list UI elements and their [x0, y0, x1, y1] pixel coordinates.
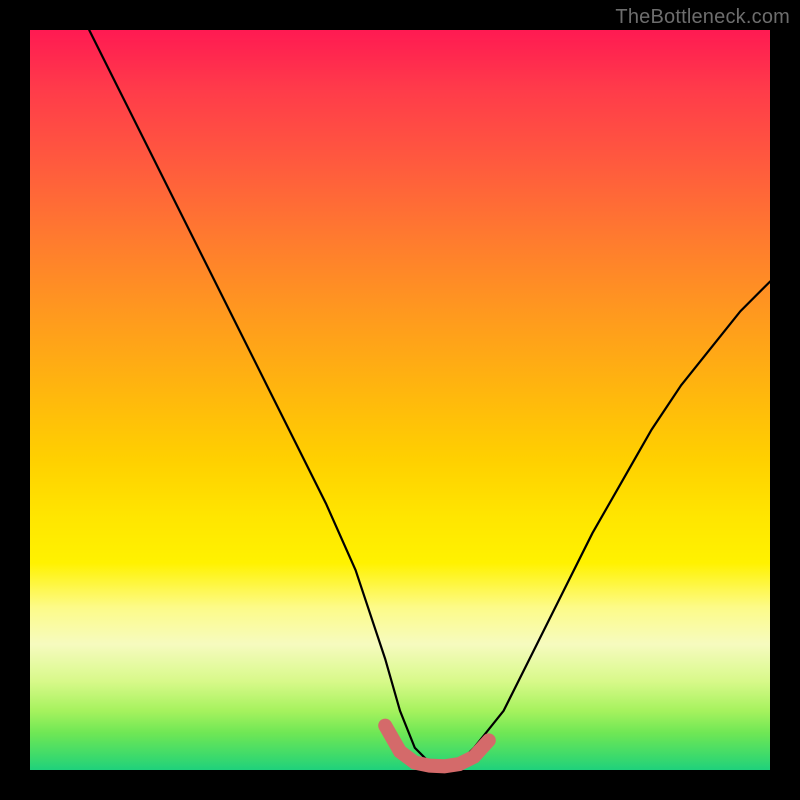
plot-area [30, 30, 770, 770]
chart-frame: TheBottleneck.com [0, 0, 800, 800]
optimal-range-marker [385, 726, 489, 767]
watermark-text: TheBottleneck.com [615, 6, 790, 29]
bottleneck-curve [89, 30, 770, 766]
curve-layer [30, 30, 770, 770]
